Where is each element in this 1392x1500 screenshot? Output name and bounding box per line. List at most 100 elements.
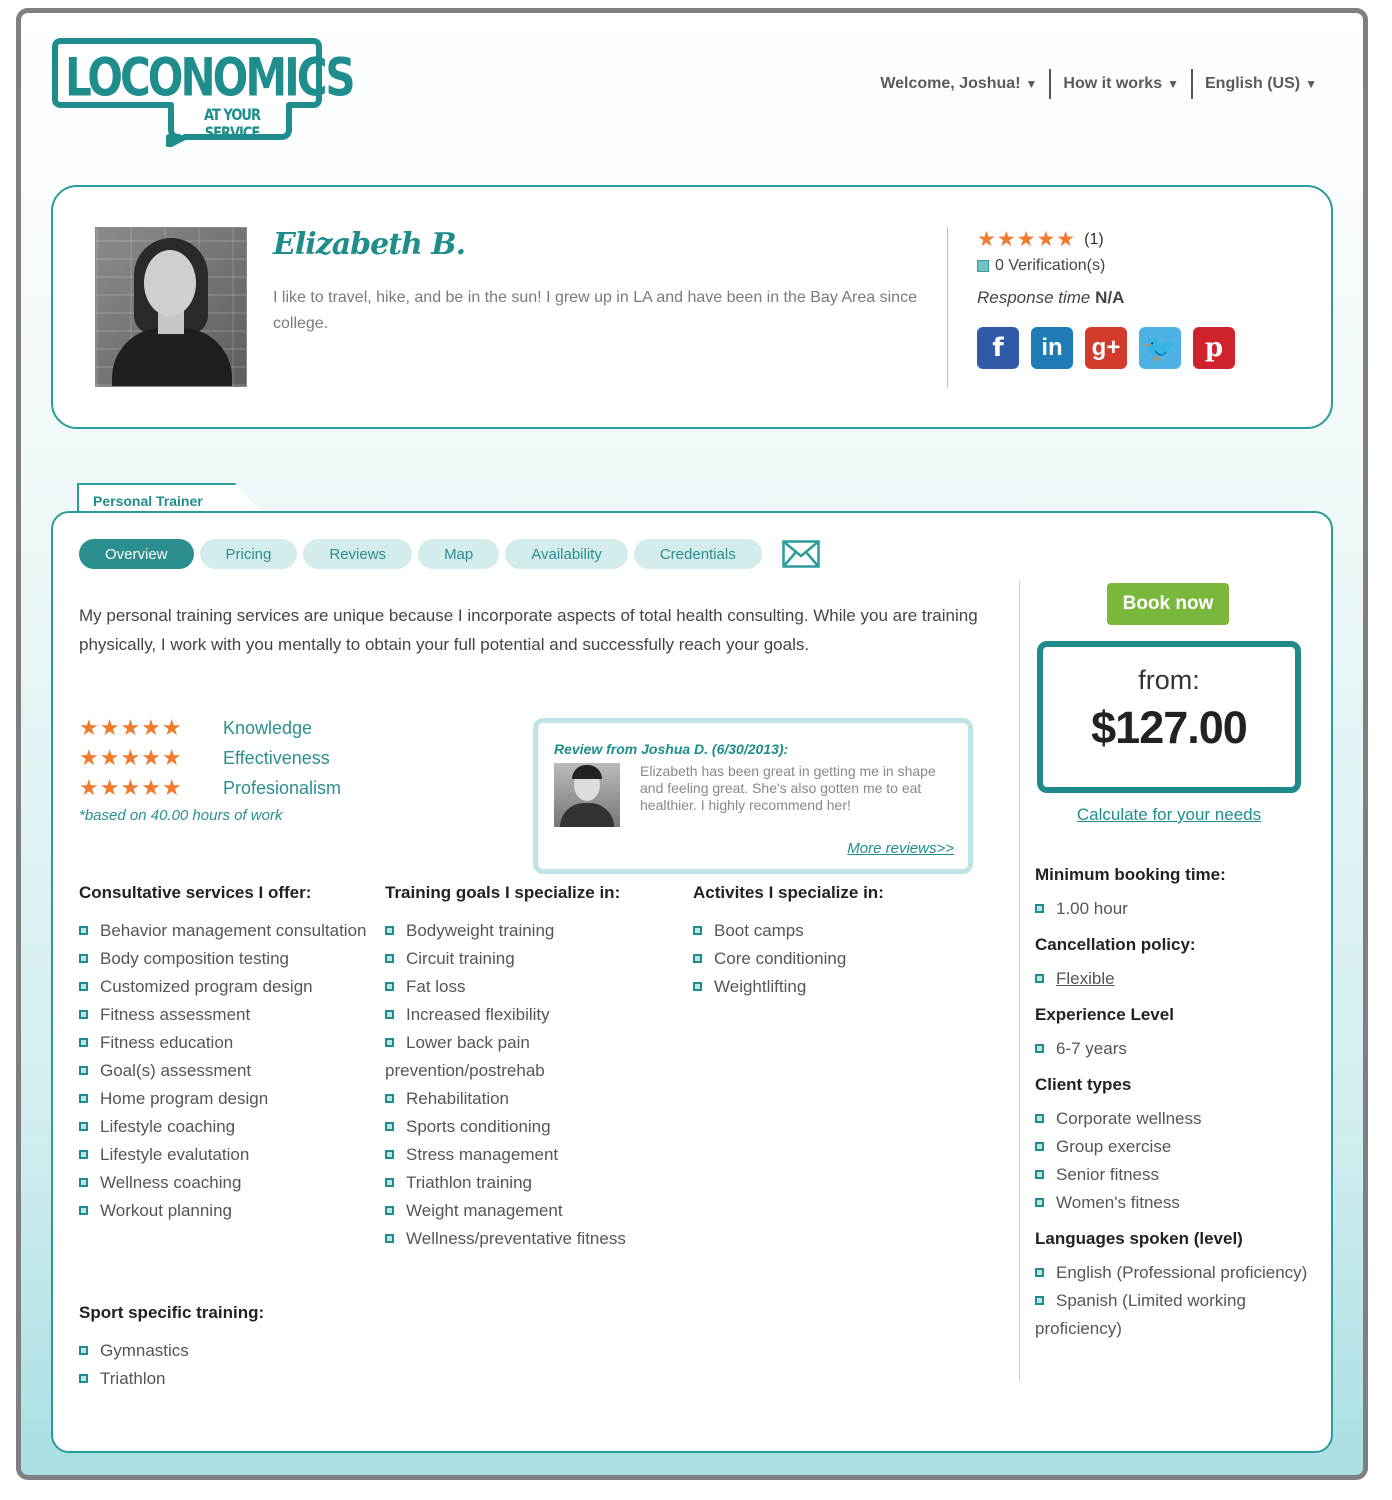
list-item: Gymnastics xyxy=(79,1337,369,1365)
bullet-icon xyxy=(79,1206,88,1215)
bullet-icon xyxy=(79,1346,88,1355)
star-rating-icon: ★★★★★ xyxy=(79,775,183,800)
list-item-label: Circuit training xyxy=(406,949,515,968)
detail-value: English (Professional proficiency) xyxy=(1056,1263,1308,1282)
bullet-icon xyxy=(385,1150,394,1159)
list-item: Goal(s) assessment xyxy=(79,1057,369,1085)
list-item: Triathlon training xyxy=(385,1169,675,1197)
calculate-link[interactable]: Calculate for your needs xyxy=(1037,805,1301,825)
tab-reviews[interactable]: Reviews xyxy=(303,539,413,569)
how-it-works-menu[interactable]: How it works ▼ xyxy=(1051,69,1193,99)
list-item: Circuit training xyxy=(385,945,675,973)
caret-down-icon: ▼ xyxy=(1025,77,1038,91)
tab-map[interactable]: Map xyxy=(418,539,500,569)
bullet-icon xyxy=(385,1234,394,1243)
bullet-icon xyxy=(79,1150,88,1159)
list-item: Rehabilitation xyxy=(385,1085,675,1113)
tab-pricing[interactable]: Pricing xyxy=(199,539,298,569)
detail-heading: Languages spoken (level) xyxy=(1035,1229,1243,1248)
pinterest-icon[interactable]: p xyxy=(1193,327,1235,369)
bullet-icon xyxy=(79,1038,88,1047)
rating-label: Knowledge xyxy=(223,717,313,738)
welcome-menu[interactable]: Welcome, Joshua! ▼ xyxy=(868,69,1052,99)
response-time: Response time N/A xyxy=(977,288,1124,308)
divider xyxy=(947,227,948,387)
checkbox-icon xyxy=(977,260,989,272)
section-heading: Consultative services I offer: xyxy=(79,883,312,902)
rating-label: Effectiveness xyxy=(223,747,330,768)
detail-item: English (Professional proficiency) xyxy=(1035,1259,1315,1287)
list-item-label: Stress management xyxy=(406,1145,559,1164)
more-reviews-link[interactable]: More reviews>> xyxy=(847,840,954,857)
review-text: Elizabeth has been great in getting me i… xyxy=(640,763,936,813)
logo-wordmark: LOCONOMICS xyxy=(65,46,356,108)
linkedin-icon[interactable]: in xyxy=(1031,327,1073,369)
bullet-icon xyxy=(385,954,394,963)
section-heading: Activites I specialize in: xyxy=(693,883,884,902)
list-item: Fitness assessment xyxy=(79,1001,369,1029)
overall-rating: ★★★★★ (1) xyxy=(977,227,1104,252)
list-item-label: Wellness/preventative fitness xyxy=(406,1229,626,1248)
tab-overview[interactable]: Overview xyxy=(79,539,194,569)
tab-credentials[interactable]: Credentials xyxy=(633,539,762,569)
twitter-icon[interactable]: 🐦 xyxy=(1139,327,1181,369)
review-box: Review from Joshua D. (6/30/2013): Eliza… xyxy=(533,718,973,874)
list-item-label: Weightlifting xyxy=(714,977,807,996)
caret-down-icon: ▼ xyxy=(1167,77,1179,91)
language-menu[interactable]: English (US) ▼ xyxy=(1193,69,1317,99)
bullet-icon xyxy=(385,926,394,935)
list-item: Increased flexibility xyxy=(385,1001,675,1029)
detail-heading: Client types xyxy=(1035,1075,1132,1094)
book-now-button[interactable]: Book now xyxy=(1107,583,1229,625)
bullet-icon xyxy=(385,1122,394,1131)
bullet-icon xyxy=(79,1094,88,1103)
detail-heading: Experience Level xyxy=(1035,1005,1174,1024)
bullet-icon xyxy=(79,926,88,935)
list-item-label: Sports conditioning xyxy=(406,1117,551,1136)
list-item: Workout planning xyxy=(79,1197,369,1225)
rating-row: ★★★★★ Profesionalism xyxy=(79,773,341,803)
position-card: Overview Pricing Reviews Map Availabilit… xyxy=(51,511,1333,1453)
google-plus-icon[interactable]: g+ xyxy=(1085,327,1127,369)
detail-value: Spanish (Limited working proficiency) xyxy=(1035,1291,1246,1338)
bullet-icon xyxy=(385,1038,394,1047)
list-item-label: Lifestyle evalutation xyxy=(100,1145,250,1164)
detail-value: Women's fitness xyxy=(1056,1193,1180,1212)
list-item-label: Weight management xyxy=(406,1201,563,1220)
bullet-icon xyxy=(1035,1296,1044,1305)
detail-item: Group exercise xyxy=(1035,1133,1315,1161)
list-item: Bodyweight training xyxy=(385,917,675,945)
list-item-label: Goal(s) assessment xyxy=(100,1061,252,1080)
envelope-icon[interactable] xyxy=(781,540,820,568)
list-item-label: Lifestyle coaching xyxy=(100,1117,236,1136)
detail-heading: Minimum booking time: xyxy=(1035,865,1226,884)
list-item: Sports conditioning xyxy=(385,1113,675,1141)
detailed-ratings: ★★★★★ Knowledge ★★★★★ Effectiveness ★★★★… xyxy=(79,713,341,824)
price-box: from: $127.00 xyxy=(1037,641,1301,793)
section-heading: Training goals I specialize in: xyxy=(385,883,621,902)
list-item-label: Bodyweight training xyxy=(406,921,555,940)
bullet-icon xyxy=(693,982,702,991)
bullet-icon xyxy=(693,926,702,935)
bullet-icon xyxy=(79,982,88,991)
bullet-icon xyxy=(385,1010,394,1019)
detail-item: Senior fitness xyxy=(1035,1161,1315,1189)
activities: Activites I specialize in: Boot camps Cor… xyxy=(693,883,983,1001)
policy-link[interactable]: Flexible xyxy=(1056,969,1115,988)
facebook-icon[interactable]: f xyxy=(977,327,1019,369)
activities-list: Boot camps Core conditioning Weightlifting xyxy=(693,917,983,1001)
bullet-icon xyxy=(79,1374,88,1383)
bullet-icon xyxy=(1035,1044,1044,1053)
divider xyxy=(1019,581,1020,1381)
detail-value: Group exercise xyxy=(1056,1137,1172,1156)
list-item-label: Boot camps xyxy=(714,921,804,940)
list-item: Weightlifting xyxy=(693,973,983,1001)
detail-item: 6-7 years xyxy=(1035,1035,1315,1063)
verifications: 0 Verification(s) xyxy=(977,257,1105,275)
provider-name: Elizabeth B. xyxy=(273,227,466,262)
detail-list: Flexible xyxy=(1035,965,1315,993)
list-item: Body composition testing xyxy=(79,945,369,973)
tab-availability[interactable]: Availability xyxy=(505,539,628,569)
logo[interactable]: LOCONOMICS AT YOUR SERVICE xyxy=(51,37,356,147)
bullet-icon xyxy=(1035,1198,1044,1207)
